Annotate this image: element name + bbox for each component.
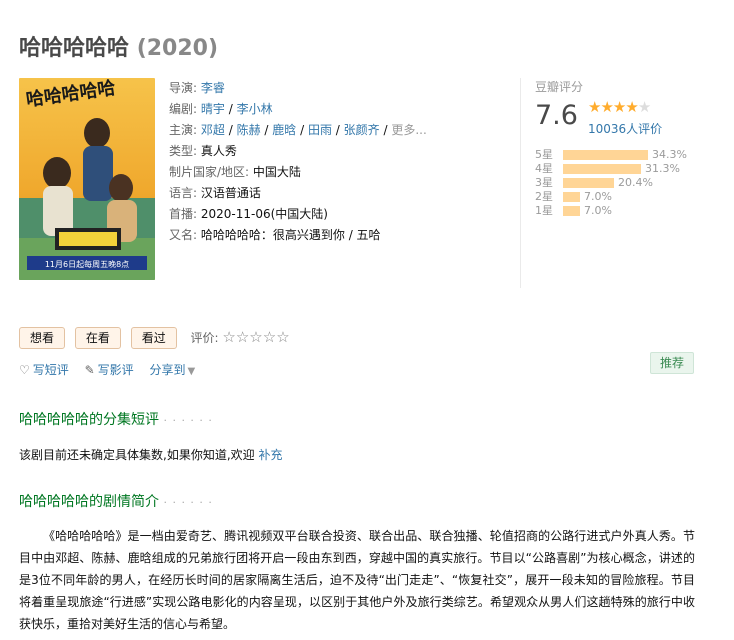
share-action[interactable]: 分享到 ▼ xyxy=(150,363,208,377)
show-year: (2020) xyxy=(136,36,219,61)
episodes-supplement-link[interactable]: 补充 xyxy=(258,448,282,462)
episodes-notice: 该剧目前还未确定具体集数,如果你知道,欢迎 补充 xyxy=(19,446,282,463)
star-icon: ★ xyxy=(600,98,613,116)
premiere-value: 2020-11-06(中国大陆) xyxy=(200,207,328,221)
writer-link[interactable]: 晴宇 xyxy=(201,102,225,116)
synopsis-text: 《哈哈哈哈哈》是一档由爱奇艺、腾讯视频双平台联合投资、联合出品、联合独播、轮值招… xyxy=(19,529,695,631)
rating-breakdown: 5星 34.3% 4星 31.3% 3星 20.4% 2星 7.0% 1星 7.0% xyxy=(535,148,687,218)
short-review-link[interactable]: 写短评 xyxy=(33,363,69,377)
aka-label: 又名: xyxy=(169,228,198,242)
rating-bar xyxy=(563,150,648,160)
cast-link[interactable]: 陈赫 xyxy=(237,123,261,137)
genre-value: 真人秀 xyxy=(200,144,237,158)
star-icon: ★ xyxy=(625,98,638,116)
share-link[interactable]: 分享到 xyxy=(150,363,186,377)
cast-link[interactable]: 田雨 xyxy=(308,123,332,137)
language-value: 汉语普通话 xyxy=(200,186,261,200)
writer-row: 编剧: 晴宇 / 李小林 xyxy=(169,102,273,116)
cast-row: 主演: 邓超 / 陈赫 / 鹿晗 / 田雨 / 张颜齐 / 更多... xyxy=(169,123,427,137)
sub-actions: ♡ 写短评 ✎ 写影评 分享到 ▼ xyxy=(19,361,219,378)
director-row: 导演: 李睿 xyxy=(169,78,514,99)
rating-bar xyxy=(563,178,614,188)
star-empty-icon: ★ xyxy=(637,98,651,116)
country-value: 中国大陆 xyxy=(252,165,301,179)
rating-row-pct: 34.3% xyxy=(652,148,687,161)
pencil-icon: ✎ xyxy=(84,363,95,377)
language-row: 语言: 汉语普通话 xyxy=(169,183,514,204)
language-label: 语言: xyxy=(169,186,198,200)
episodes-dots: · · · · · · xyxy=(163,414,213,427)
country-label: 制片国家/地区: xyxy=(169,165,250,179)
synopsis-title: 哈哈哈哈哈的剧情简介 xyxy=(19,494,159,510)
rating-panel: 豆瓣评分 7.6 ★★★★★ 10036人评价 5星 34.3% 4星 31.3% … xyxy=(520,78,700,288)
rating-row: 5星 34.3% xyxy=(535,148,687,162)
rating-row-label: 3星 xyxy=(535,176,553,189)
genre-row: 类型: 真人秀 xyxy=(169,141,514,162)
rating-bar xyxy=(563,206,580,216)
premiere-label: 首播: xyxy=(169,207,198,221)
rate-stars-input[interactable]: ☆☆☆☆☆ xyxy=(222,328,289,346)
poster-caption: 11月6日起每周五晚8点 xyxy=(45,259,129,269)
director-link[interactable]: 李睿 xyxy=(201,81,225,95)
short-review-action[interactable]: ♡ 写短评 xyxy=(19,363,69,377)
collect-actions: 想看 在看 看过 评价: ☆☆☆☆☆ xyxy=(19,327,290,349)
watched-button[interactable]: 看过 xyxy=(130,327,177,349)
synopsis-section-title: 哈哈哈哈哈的剧情简介 · · · · · · xyxy=(19,491,213,511)
cast-label: 主演: xyxy=(169,123,198,137)
rating-score: 7.6 xyxy=(535,100,578,131)
rating-row-pct: 7.0% xyxy=(584,204,612,217)
rating-stars: ★★★★★ xyxy=(588,98,651,116)
synopsis-dots: · · · · · · xyxy=(163,496,213,509)
rating-row-pct: 7.0% xyxy=(584,190,612,203)
cast-more-link[interactable]: 更多... xyxy=(391,123,426,137)
rating-row: 1星 7.0% xyxy=(535,204,687,218)
page-title: 哈哈哈哈哈 (2020) xyxy=(19,30,218,62)
rating-row: 4星 31.3% xyxy=(535,162,687,176)
star-icon: ★ xyxy=(612,98,626,116)
aka-row: 又名: 哈哈哈哈哈：很高兴遇到你 / 五哈 xyxy=(169,225,514,246)
want-button[interactable]: 想看 xyxy=(19,327,66,349)
recommend-button[interactable]: 推荐 xyxy=(650,352,695,374)
votes-link[interactable]: 10036人评价 xyxy=(588,120,662,137)
rating-bar xyxy=(563,164,641,174)
episodes-text: 该剧目前还未确定具体集数,如果你知道,欢迎 xyxy=(19,448,255,462)
premiere-row: 首播: 2020-11-06(中国大陆) xyxy=(169,204,514,225)
chevron-down-icon: ▼ xyxy=(187,366,196,377)
episodes-section-title: 哈哈哈哈哈的分集短评 · · · · · · xyxy=(19,409,213,429)
star-icon: ★ xyxy=(588,98,601,116)
show-name: 哈哈哈哈哈 xyxy=(19,36,130,61)
genre-label: 类型: xyxy=(169,144,198,158)
rating-row-pct: 20.4% xyxy=(618,176,653,189)
rating-row-label: 1星 xyxy=(535,204,553,217)
country-row: 制片国家/地区: 中国大陆 xyxy=(169,162,514,183)
episodes-title: 哈哈哈哈哈的分集短评 xyxy=(19,412,159,428)
info-panel: 导演: 李睿 编剧: 晴宇 / 李小林 主演: 邓超 / 陈赫 / 鹿晗 / 田… xyxy=(169,78,514,246)
rating-label: 豆瓣评分 xyxy=(535,80,584,94)
rate-label: 评价: xyxy=(190,331,219,345)
rating-row: 3星 20.4% xyxy=(535,176,687,190)
comment-icon: ♡ xyxy=(19,363,30,377)
poster-artwork: 哈哈哈哈哈 11月6日起每周五晚8点 xyxy=(19,78,155,280)
cast-link[interactable]: 邓超 xyxy=(201,123,225,137)
cast-link[interactable]: 鹿晗 xyxy=(272,123,296,137)
writer-link[interactable]: 李小林 xyxy=(237,102,273,116)
rating-bar xyxy=(563,192,580,202)
rating-row-label: 2星 xyxy=(535,190,553,203)
review-link[interactable]: 写影评 xyxy=(98,363,134,377)
director-label: 导演: xyxy=(169,81,198,95)
poster-image[interactable]: 哈哈哈哈哈 11月6日起每周五晚8点 xyxy=(19,78,155,280)
rating-row-pct: 31.3% xyxy=(645,162,680,175)
cast-link[interactable]: 张颜齐 xyxy=(344,123,380,137)
rating-row-label: 4星 xyxy=(535,162,553,175)
writer-label: 编剧: xyxy=(169,102,198,116)
rating-row: 2星 7.0% xyxy=(535,190,687,204)
aka-value: 哈哈哈哈哈：很高兴遇到你 / 五哈 xyxy=(200,228,381,242)
review-action[interactable]: ✎ 写影评 xyxy=(85,363,134,377)
rating-row-label: 5星 xyxy=(535,148,553,161)
watching-button[interactable]: 在看 xyxy=(74,327,121,349)
